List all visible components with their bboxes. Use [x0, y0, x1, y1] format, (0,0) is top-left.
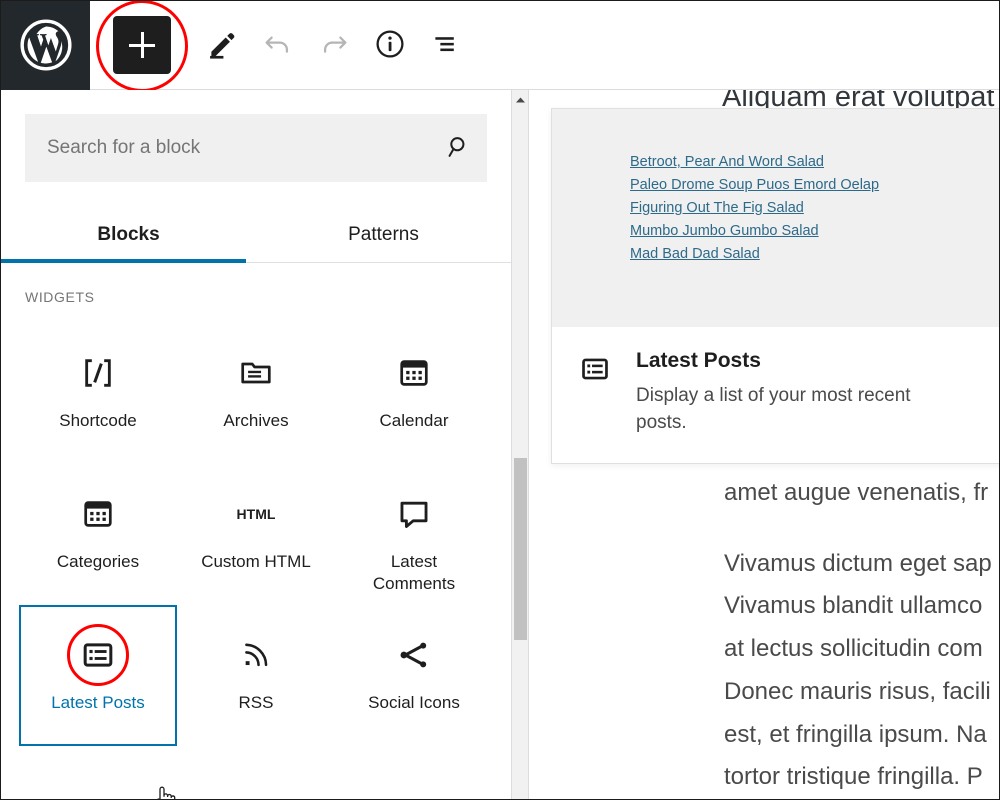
block-item-custom-html[interactable]: HTML Custom HTML [177, 464, 335, 605]
search-field[interactable] [25, 114, 487, 182]
text-line: amet augue venenatis, fr [724, 479, 989, 506]
text-line: est, et fringilla ipsum. Na [724, 720, 987, 748]
block-item-archives[interactable]: Archives [177, 323, 335, 464]
wordpress-logo-icon [19, 18, 73, 72]
categories-icon [80, 487, 116, 541]
inserter-tabs: Blocks Patterns [1, 206, 511, 263]
details-info-button[interactable] [362, 1, 418, 90]
redo-icon [317, 27, 351, 64]
redo-button[interactable] [306, 1, 362, 90]
latest-posts-list-icon [79, 628, 117, 682]
block-label: RSS [238, 693, 274, 712]
post-link[interactable]: Betroot, Pear And Word Salad [630, 154, 824, 170]
block-item-latest-comments[interactable]: Latest Comments [335, 464, 493, 605]
text-line: Vivamus dictum eget sap [724, 549, 992, 577]
search-input[interactable] [25, 137, 431, 159]
rss-icon [238, 628, 274, 682]
block-label: Archives [223, 411, 289, 430]
block-item-categories[interactable]: Categories [19, 464, 177, 605]
svg-text:HTML: HTML [237, 506, 276, 522]
block-label: Latest Comments [372, 552, 456, 594]
block-item-latest-posts[interactable]: Latest Posts [19, 605, 177, 746]
text-line: tortor tristique fringilla. P [724, 763, 983, 791]
comment-bubble-icon [395, 487, 433, 541]
search-container [1, 90, 511, 182]
latest-posts-preview: Betroot, Pear And Word Salad Paleo Drome… [552, 109, 999, 327]
block-info-description: Display a list of your most recent posts… [636, 385, 911, 433]
section-label-widgets: WIDGETS [25, 289, 95, 305]
search-icon [445, 133, 473, 164]
block-item-social-icons[interactable]: Social Icons [335, 605, 493, 746]
scrollbar-thumb[interactable] [514, 458, 527, 640]
paragraph: Vivamus dictum eget sap Vivamus blandit … [724, 543, 999, 799]
canvas-body-text[interactable]: amet augue venenatis, fr Vivamus dictum … [724, 472, 999, 799]
wordpress-block-editor: Blocks Patterns WIDGETS Shortcode [0, 0, 1000, 800]
block-item-calendar[interactable]: Calendar [335, 323, 493, 464]
hand-pointer-cursor [153, 783, 179, 799]
block-item-shortcode[interactable]: Shortcode [19, 323, 177, 464]
block-label: Shortcode [59, 411, 137, 430]
preview-post-list: Betroot, Pear And Word Salad Paleo Drome… [552, 153, 999, 263]
editor-toolbar [1, 1, 999, 92]
latest-posts-list-icon [578, 349, 636, 437]
list-view-icon [429, 27, 463, 64]
block-info-section: Latest Posts Display a list of your most… [552, 327, 999, 463]
block-label: Custom HTML [201, 552, 311, 571]
shortcode-icon [78, 346, 118, 400]
list-item: Figuring Out The Fig Salad [552, 199, 999, 217]
list-view-button[interactable] [418, 1, 474, 90]
post-link[interactable]: Mad Bad Dad Salad [630, 246, 760, 262]
block-label: Categories [56, 552, 140, 571]
block-preview-popover: Betroot, Pear And Word Salad Paleo Drome… [551, 108, 999, 464]
block-info-title: Latest Posts [636, 349, 761, 372]
search-button[interactable] [431, 114, 487, 182]
wordpress-logo-button[interactable] [1, 1, 90, 90]
edit-pencil-button[interactable] [194, 1, 250, 90]
add-block-button[interactable] [113, 16, 171, 74]
block-item-rss[interactable]: RSS [177, 605, 335, 746]
list-item: Mad Bad Dad Salad [552, 245, 999, 263]
block-info-text: Latest Posts Display a list of your most… [636, 349, 936, 437]
block-inserter-panel: Blocks Patterns WIDGETS Shortcode [1, 90, 512, 799]
tab-patterns[interactable]: Patterns [256, 206, 511, 263]
add-block-container [90, 1, 194, 92]
undo-icon [261, 27, 295, 64]
tab-blocks[interactable]: Blocks [1, 206, 256, 263]
paragraph: amet augue venenatis, fr [724, 472, 999, 515]
block-grid: Shortcode Archives Calendar Categories H… [1, 313, 511, 766]
post-link[interactable]: Figuring Out The Fig Salad [630, 200, 804, 216]
list-item: Paleo Drome Soup Puos Emord Oelap [552, 176, 999, 194]
block-label: Social Icons [368, 693, 460, 712]
inserter-scrollbar[interactable] [512, 90, 529, 799]
edit-pencil-icon [205, 27, 239, 64]
share-nodes-icon [395, 628, 433, 682]
plus-icon [129, 32, 155, 58]
archives-folder-icon [237, 346, 275, 400]
text-line: Vivamus blandit ullamco [724, 592, 983, 620]
active-tab-underline [1, 259, 246, 263]
editor-canvas: Aliquam erat volutpat etiam Betroot, Pea… [530, 90, 999, 799]
block-label: Calendar [379, 411, 449, 430]
text-line: at lectus sollicitudin com [724, 635, 983, 663]
calendar-icon [396, 346, 432, 400]
undo-button[interactable] [250, 1, 306, 90]
scrollbar-up-arrow[interactable] [512, 92, 529, 108]
block-label: Latest Posts [51, 693, 145, 712]
info-icon [374, 28, 406, 63]
post-link[interactable]: Paleo Drome Soup Puos Emord Oelap [630, 177, 879, 193]
post-link[interactable]: Mumbo Jumbo Gumbo Salad [630, 223, 819, 239]
html-icon: HTML [233, 487, 279, 541]
list-item: Mumbo Jumbo Gumbo Salad [552, 222, 999, 240]
text-line: Donec mauris risus, facili [724, 677, 991, 705]
list-item: Betroot, Pear And Word Salad [552, 153, 999, 171]
